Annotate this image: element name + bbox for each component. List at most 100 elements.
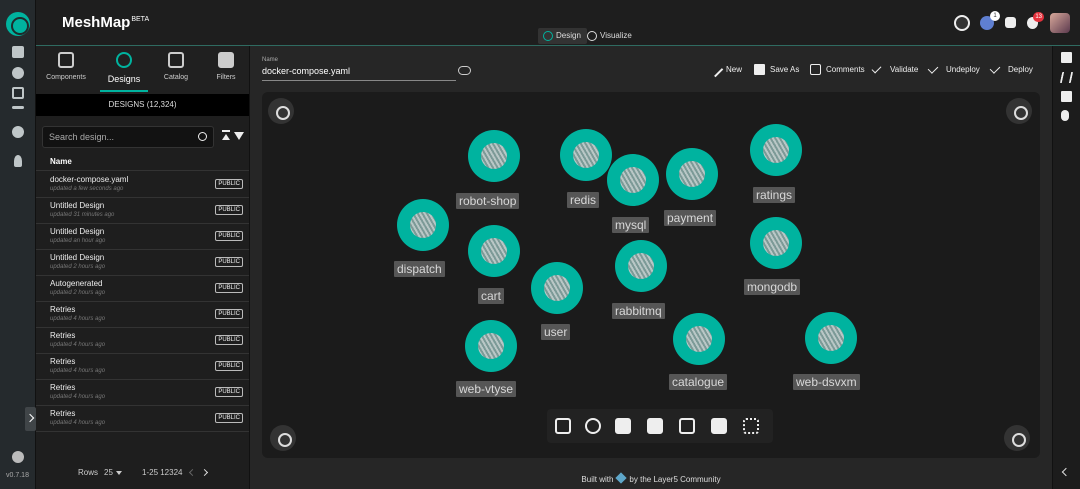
cloud-sync-icon[interactable] [458,66,471,75]
tab-designs[interactable]: Designs [100,52,148,84]
node-label: mongodb [744,279,801,295]
chevron-down-icon[interactable] [116,471,122,475]
help-icon[interactable] [12,451,24,463]
section-icon[interactable] [711,418,727,434]
save-as-button[interactable]: Save As [754,64,799,76]
configuration-icon[interactable] [12,87,24,99]
node-catalogue[interactable] [673,313,725,365]
node-dispatch[interactable] [397,199,449,251]
grid-layout-icon[interactable] [1061,52,1072,63]
layout-options-button[interactable] [268,98,294,124]
comments-button[interactable]: Comments [810,64,865,76]
catalog-panel: Components Designs Catalog Filters DESIG… [36,46,250,489]
list-item[interactable]: Retries updated 4 hours ago PUBLIC [36,328,249,354]
performance-icon[interactable] [12,106,24,109]
settings-gear-icon[interactable] [1005,17,1016,28]
tab-filters[interactable]: Filters [202,52,250,81]
paint-fill-icon[interactable] [1004,425,1030,451]
catalog-icon [168,52,184,68]
extensions-icon[interactable] [12,126,24,138]
node-rabbitmq[interactable] [615,240,667,292]
active-tab-indicator [100,90,148,92]
tab-components[interactable]: Components [42,52,90,81]
version-label: v0.7.18 [6,472,29,479]
list-item[interactable]: Untitled Design updated 2 hours ago PUBLIC [36,250,249,276]
list-item[interactable]: Untitled Design updated 31 minutes ago PUB… [36,198,249,224]
notifications-badge: 13 [1033,12,1044,22]
node-mongodb[interactable] [750,217,802,269]
filters-icon [218,52,234,68]
validate-button[interactable]: Validate [871,63,918,76]
page-range: 1-25 12324 [142,468,183,477]
node-label: web-vtyse [456,381,517,397]
node-ratings[interactable] [750,124,802,176]
node-payment[interactable] [666,148,718,200]
new-button[interactable]: New [707,61,742,78]
designs-list: docker-compose.yaml updated a few seconds… [36,172,249,432]
catalog-tabs: Components Designs Catalog Filters [36,46,249,94]
canvas-settings-gear-icon[interactable] [1006,98,1032,124]
node-cart[interactable] [468,225,520,277]
filter-icon[interactable] [234,132,244,140]
node-user[interactable] [531,262,583,314]
public-badge: PUBLIC [215,309,243,319]
deploy-button[interactable]: Deploy [989,63,1033,76]
list-item[interactable]: Retries updated 4 hours ago PUBLIC [36,302,249,328]
prev-page-icon[interactable] [188,468,197,477]
kubernetes-context-icon[interactable] [954,15,970,31]
node-mysql[interactable] [607,154,659,206]
node-robot-shop[interactable] [468,130,520,182]
rows-per-page-label: Rows [78,468,99,477]
visualize-mode-button[interactable]: Visualize [582,28,638,44]
lifecycle-icon[interactable] [12,67,24,79]
pin-icon[interactable] [14,155,22,167]
user-avatar[interactable] [1050,13,1070,33]
public-badge: PUBLIC [215,335,243,345]
text-icon[interactable] [679,418,695,434]
design-name-label: Name [262,57,279,63]
sort-icon[interactable] [222,130,230,142]
node-redis[interactable] [560,129,612,181]
nav-expand-button[interactable] [25,407,36,431]
undeploy-button[interactable]: Undeploy [927,63,980,76]
node-web-vtyse[interactable] [465,320,517,372]
notifications-icon[interactable]: 13 [1027,12,1044,29]
design-search-input[interactable]: Search design... [42,126,214,148]
providers-icon[interactable]: 1 [980,11,1000,30]
search-icon[interactable] [198,132,207,141]
design-workarea: Name docker-compose.yaml New Save As Com… [250,46,1052,489]
list-item[interactable]: docker-compose.yaml updated a few seconds… [36,172,249,198]
components-icon[interactable] [555,418,571,434]
design-name-input[interactable]: docker-compose.yaml [262,66,456,81]
rows-per-page-select[interactable]: 25 [104,468,113,477]
meshery-logo-icon[interactable] [6,12,30,36]
name-column-header[interactable]: Name [50,157,72,166]
kubernetes-icon[interactable] [585,418,601,434]
list-item[interactable]: Autogenerated updated 2 hours ago PUBLIC [36,276,249,302]
chevron-left-icon[interactable] [1061,467,1071,477]
list-item[interactable]: Retries updated 4 hours ago PUBLIC [36,354,249,380]
connector-icon[interactable] [743,418,759,434]
public-badge: PUBLIC [215,231,243,241]
right-toolbar [1052,46,1080,489]
chart-icon[interactable] [1061,91,1072,102]
node-label: mysql [612,217,650,233]
comment-icon[interactable] [647,418,663,434]
design-mode-button[interactable]: Design [538,28,587,44]
tab-catalog[interactable]: Catalog [152,52,200,81]
shapes-icon[interactable] [615,418,631,434]
node-label: catalogue [669,374,728,390]
list-item[interactable]: Retries updated 4 hours ago PUBLIC [36,380,249,406]
list-item[interactable]: Retries updated 4 hours ago PUBLIC [36,406,249,432]
design-canvas[interactable]: robot-shop redis mysql payment ratings d… [262,92,1040,458]
list-item[interactable]: Untitled Design updated an hour ago PUBLIC [36,224,249,250]
node-label: cart [478,288,505,304]
double-check-icon [989,63,1001,74]
node-web-dsvxm[interactable] [805,312,857,364]
next-page-icon[interactable] [200,468,209,477]
dashboard-icon[interactable] [12,46,24,58]
merge-icon[interactable] [1059,72,1074,83]
public-badge: PUBLIC [215,283,243,293]
zoom-icon[interactable] [270,425,296,451]
pointer-icon[interactable] [1061,110,1069,121]
